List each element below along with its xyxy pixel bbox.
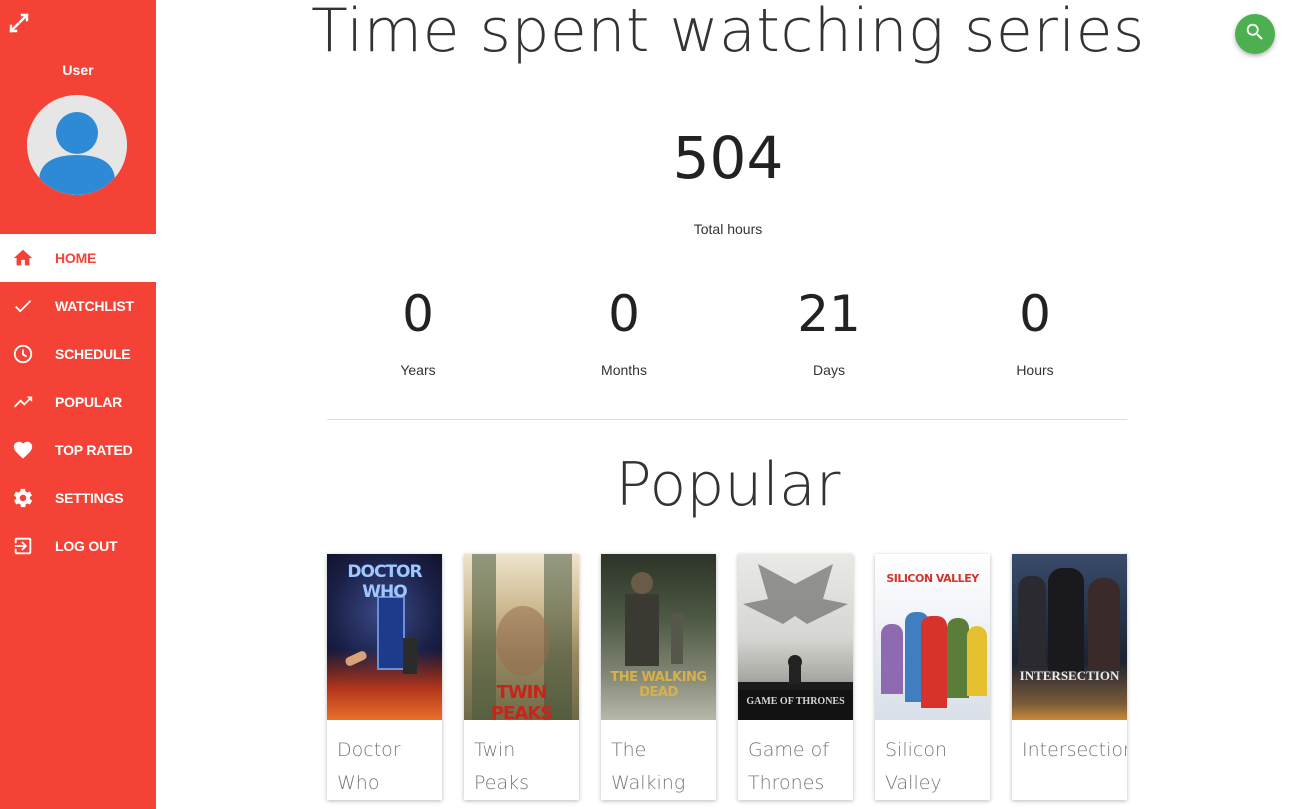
stat-label: Days <box>813 362 845 378</box>
show-poster: DOCTOR WHO <box>327 554 442 720</box>
sidebar-item-schedule[interactable]: SCHEDULE <box>0 330 156 378</box>
sidebar-item-logout[interactable]: LOG OUT <box>0 522 156 570</box>
sidebar-nav: HOME WATCHLIST SCHEDULE POPULAR TOP RATE… <box>0 234 156 570</box>
sidebar-item-top-rated[interactable]: TOP RATED <box>0 426 156 474</box>
page-title: Time spent watching series <box>311 0 1145 66</box>
sidebar-item-label: TOP RATED <box>55 442 133 458</box>
trending-up-icon <box>11 390 35 414</box>
show-poster: GAME OF THRONES <box>738 554 853 720</box>
fullscreen-expand-icon[interactable] <box>8 12 30 34</box>
user-name: User <box>62 62 94 78</box>
sidebar-item-label: LOG OUT <box>55 538 118 554</box>
stat-value: 0 <box>402 285 434 343</box>
section-divider <box>327 419 1127 420</box>
show-poster: SILICON VALLEY <box>875 554 990 720</box>
gear-icon <box>11 486 35 510</box>
poster-logo-text: TWIN PEAKS <box>490 682 553 720</box>
search-icon <box>1244 21 1266 48</box>
show-title: Doctor Who <box>337 739 401 794</box>
sidebar-item-label: WATCHLIST <box>55 298 134 314</box>
show-title: Silicon Valley <box>885 739 948 794</box>
show-poster: INTERSECTION <box>1012 554 1127 720</box>
poster-logo-text: INTERSECTION <box>1019 668 1120 683</box>
logout-icon <box>11 534 35 558</box>
show-card-twin-peaks[interactable]: TWIN PEAKS Twin Peaks <box>464 554 579 800</box>
show-title: Twin Peaks <box>474 739 530 794</box>
poster-logo-text: GAME OF THRONES <box>746 696 845 707</box>
show-card-the-walking-dead[interactable]: THE WALKING DEAD The Walking Dead <box>601 554 716 800</box>
show-card-silicon-valley[interactable]: SILICON VALLEY Silicon Valley <box>875 554 990 800</box>
stat-label: Hours <box>1016 362 1054 378</box>
stat-years: 0 Years <box>358 282 478 378</box>
clock-icon <box>11 342 35 366</box>
stat-value: 0 <box>608 285 640 343</box>
show-poster: THE WALKING DEAD <box>601 554 716 720</box>
poster-logo-text: THE WALKING DEAD <box>610 670 707 700</box>
poster-logo-text: SILICON VALLEY <box>886 572 979 585</box>
stat-days: 21 Days <box>769 282 889 378</box>
show-title: The Walking Dead <box>611 739 686 794</box>
total-hours-label: Total hours <box>693 221 763 237</box>
stat-value: 0 <box>1019 285 1051 343</box>
stat-label: Months <box>601 362 647 378</box>
sidebar-item-home[interactable]: HOME <box>0 234 156 282</box>
stat-value: 21 <box>797 285 861 343</box>
show-card-intersection[interactable]: INTERSECTION Intersection <box>1012 554 1127 800</box>
sidebar-item-label: HOME <box>55 250 97 266</box>
show-title: Game of Thrones <box>748 739 829 794</box>
sidebar-item-popular[interactable]: POPULAR <box>0 378 156 426</box>
home-icon <box>11 246 35 270</box>
sidebar-item-label: SETTINGS <box>55 490 124 506</box>
sidebar-item-settings[interactable]: SETTINGS <box>0 474 156 522</box>
sidebar-item-watchlist[interactable]: WATCHLIST <box>0 282 156 330</box>
show-card-game-of-thrones[interactable]: GAME OF THRONES Game of Thrones <box>738 554 853 800</box>
check-icon <box>11 294 35 318</box>
total-hours-value: 504 <box>672 124 784 192</box>
main-content: Time spent watching series 504 Total hou… <box>156 0 1292 809</box>
show-card-doctor-who[interactable]: DOCTOR WHO Doctor Who <box>327 554 442 800</box>
sidebar-item-label: POPULAR <box>55 394 123 410</box>
avatar[interactable] <box>27 95 127 195</box>
heart-icon <box>11 438 35 462</box>
stat-months: 0 Months <box>564 282 684 378</box>
sidebar-item-label: SCHEDULE <box>55 346 131 362</box>
popular-section-title: Popular <box>615 450 841 520</box>
show-poster: TWIN PEAKS <box>464 554 579 720</box>
stat-label: Years <box>400 362 436 378</box>
show-title: Intersection <box>1022 739 1127 761</box>
search-button[interactable] <box>1235 14 1275 54</box>
stat-hours: 0 Hours <box>975 282 1095 378</box>
sidebar: User HOME WATCHLIST SCHEDULE POPULAR TOP… <box>0 0 156 809</box>
poster-logo-text: DOCTOR WHO <box>347 562 422 602</box>
